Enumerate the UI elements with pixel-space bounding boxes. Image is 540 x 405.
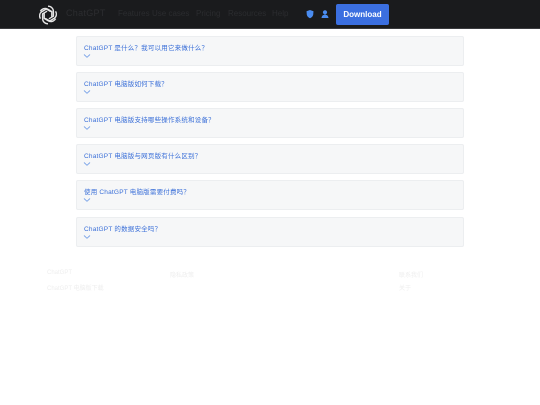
top-header: ChatGPT Features Use cases Pricing Resou…: [0, 0, 540, 29]
chevron-down-icon[interactable]: [83, 197, 91, 203]
faq-item[interactable]: ChatGPT 的数据安全吗？: [76, 217, 464, 247]
chevron-down-icon[interactable]: [83, 234, 91, 240]
faq-question[interactable]: ChatGPT 的数据安全吗？: [84, 223, 161, 233]
footer-link[interactable]: 联系我们: [399, 270, 423, 279]
faq-item[interactable]: ChatGPT 是什么？我可以用它来做什么？: [76, 36, 464, 66]
faq-item[interactable]: ChatGPT 电脑版如何下载？: [76, 72, 464, 102]
footer-link[interactable]: ChatGPT: [47, 270, 72, 276]
chevron-down-icon[interactable]: [83, 89, 91, 95]
shield-icon[interactable]: [305, 9, 315, 19]
download-button[interactable]: Download: [336, 4, 389, 25]
faq-question[interactable]: ChatGPT 是什么？我可以用它来做什么？: [84, 42, 208, 52]
nav-item-pricing[interactable]: Pricing: [196, 9, 220, 18]
footer-link[interactable]: ChatGPT 电脑版下载: [47, 283, 104, 292]
faq-question[interactable]: 使用 ChatGPT 电脑版需要付费吗？: [84, 186, 190, 196]
nav-item-use-cases[interactable]: Use cases: [152, 9, 189, 18]
faq-question[interactable]: ChatGPT 电脑版如何下载？: [84, 78, 168, 88]
faq-question[interactable]: ChatGPT 电脑版支持哪些操作系统和设备？: [84, 114, 215, 124]
nav-item-resources[interactable]: Resources: [228, 9, 266, 18]
openai-logo-icon[interactable]: [36, 3, 60, 27]
faq-question[interactable]: ChatGPT 电脑版与网页版有什么区别？: [84, 150, 201, 160]
faq-item[interactable]: ChatGPT 电脑版支持哪些操作系统和设备？: [76, 108, 464, 138]
chevron-down-icon[interactable]: [83, 53, 91, 59]
faq-item[interactable]: 使用 ChatGPT 电脑版需要付费吗？: [76, 180, 464, 210]
chevron-down-icon[interactable]: [83, 125, 91, 131]
user-icon[interactable]: [320, 9, 330, 19]
nav-item-features[interactable]: Features: [118, 9, 150, 18]
footer-link[interactable]: 隐私政策: [170, 270, 194, 279]
footer-link[interactable]: 关于: [399, 283, 411, 292]
chevron-down-icon[interactable]: [83, 161, 91, 167]
nav-item-help[interactable]: Help: [272, 9, 288, 18]
brand-name[interactable]: ChatGPT: [66, 8, 106, 18]
faq-item[interactable]: ChatGPT 电脑版与网页版有什么区别？: [76, 144, 464, 174]
